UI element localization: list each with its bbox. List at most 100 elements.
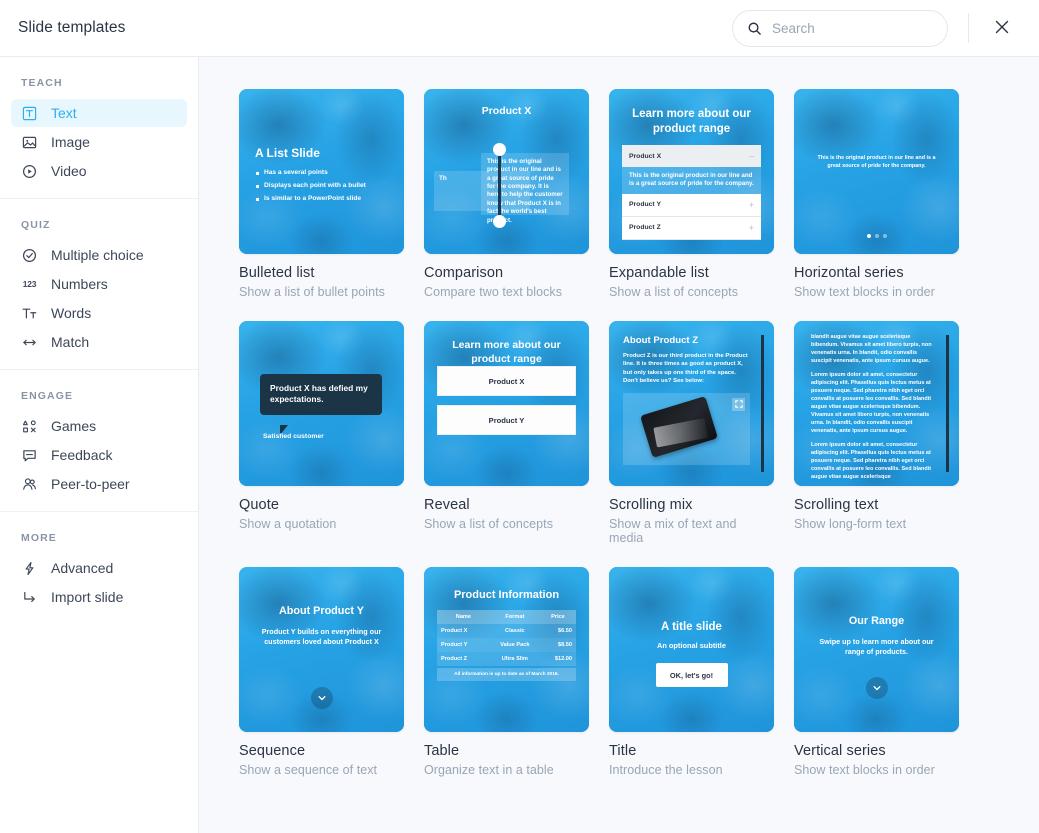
bullet-item: Has a several points <box>255 169 388 177</box>
template-description: Show text blocks in order <box>794 763 935 777</box>
slide-title: A List Slide <box>255 146 320 160</box>
accordion-label: Product X <box>629 152 662 160</box>
sidebar-group-quiz: QUIZ Multiple choice 123 Numbers Words M… <box>0 199 198 370</box>
template-card-reveal[interactable]: Learn more about our product range Produ… <box>424 321 589 545</box>
text-box-icon <box>21 105 38 122</box>
column-header: Price <box>539 610 576 624</box>
slide-title: About Product Z <box>623 335 699 346</box>
sidebar-item-numbers[interactable]: 123 Numbers <box>11 270 187 298</box>
sidebar-item-peer-to-peer[interactable]: Peer-to-peer <box>11 470 187 498</box>
accordion-item[interactable]: Product Z + <box>622 216 761 240</box>
sidebar-item-match[interactable]: Match <box>11 328 187 356</box>
fullscreen-icon[interactable] <box>732 397 745 411</box>
template-thumbnail: Product X Th This is the original produc… <box>424 89 589 254</box>
template-card-vertical-series[interactable]: Our Range Swipe up to learn more about o… <box>794 567 959 777</box>
chevron-down-icon[interactable] <box>865 677 888 699</box>
slide-preview-horizontal-series: This is the original product in our line… <box>794 89 959 254</box>
comparison-divider <box>498 149 501 221</box>
template-description: Show a quotation <box>239 517 337 531</box>
sidebar-item-label: Video <box>51 163 87 179</box>
slide-subtitle: An optional subtitle <box>657 641 726 650</box>
sidebar-item-multiple-choice[interactable]: Multiple choice <box>11 241 187 269</box>
template-card-quote[interactable]: Product X has defied my expectations. Sa… <box>239 321 404 545</box>
table-cell: $12.00 <box>539 652 576 666</box>
template-thumbnail: Learn more about our product range Produ… <box>424 321 589 486</box>
pagination-dot-active[interactable] <box>866 234 871 238</box>
search-input[interactable] <box>772 20 933 36</box>
template-card-scrolling-mix[interactable]: About Product Z Product Z is our third p… <box>609 321 774 545</box>
arrows-horizontal-icon <box>21 334 38 351</box>
table-cell: Product Y <box>437 638 490 652</box>
sidebar-group-label: TEACH <box>21 77 63 89</box>
search-box[interactable] <box>732 9 948 47</box>
table-cell: Product X <box>437 624 490 638</box>
slide-body-text: This is the original product in our line… <box>817 155 936 169</box>
template-description: Organize text in a table <box>424 763 554 777</box>
sidebar-item-advanced[interactable]: Advanced <box>11 554 187 582</box>
sidebar-item-label: Peer-to-peer <box>51 476 130 492</box>
slide-paragraph: blandit augue vitae augue scelerisque bi… <box>811 334 932 364</box>
product-image <box>640 395 718 458</box>
pagination-dots <box>794 234 959 238</box>
sidebar-group-teach: TEACH Text Image Video <box>0 57 198 199</box>
template-description: Show a sequence of text <box>239 763 378 777</box>
close-button[interactable] <box>987 13 1017 43</box>
sidebar-item-image[interactable]: Image <box>11 128 187 156</box>
comparison-handle-top[interactable] <box>493 143 506 156</box>
template-thumbnail: Product Information Name Format Price Pr… <box>424 567 589 732</box>
template-name: Reveal <box>424 497 470 513</box>
lightning-icon <box>21 560 38 577</box>
comparison-handle-bottom[interactable] <box>493 215 506 228</box>
slide-preview-sequence: About Product Y Product Y builds on ever… <box>239 567 404 732</box>
accordion-item-open[interactable]: Product X – <box>622 145 761 167</box>
table-row: Product Z Ultra Slim $12.00 <box>437 652 576 666</box>
template-thumbnail: Learn more about our product range Produ… <box>609 89 774 254</box>
slide-preview-scrolling-mix: About Product Z Product Z is our third p… <box>609 321 774 486</box>
search-icon <box>747 21 762 36</box>
slide-preview-vertical-series: Our Range Swipe up to learn more about o… <box>794 567 959 732</box>
template-card-scrolling-text[interactable]: blandit augue vitae augue scelerisque bi… <box>794 321 959 545</box>
template-card-title[interactable]: A title slide An optional subtitle OK, l… <box>609 567 774 777</box>
sidebar-item-games[interactable]: Games <box>11 412 187 440</box>
template-card-horizontal-series[interactable]: This is the original product in our line… <box>794 89 959 299</box>
reveal-button[interactable]: Product Y <box>437 405 576 436</box>
accordion-label: Product Y <box>629 201 661 209</box>
template-description: Show a list of concepts <box>609 285 738 299</box>
sidebar-item-label: Feedback <box>51 447 113 463</box>
slide-preview-table: Product Information Name Format Price Pr… <box>424 567 589 732</box>
template-description: Show a list of concepts <box>424 517 553 531</box>
pagination-dot[interactable] <box>882 234 887 238</box>
chevron-down-icon[interactable] <box>310 687 333 709</box>
template-card-sequence[interactable]: About Product Y Product Y builds on ever… <box>239 567 404 777</box>
table-footer-note: All information is up to date as of Marc… <box>437 668 576 681</box>
template-name: Quote <box>239 497 279 513</box>
accordion: Product X – This is the original product… <box>622 145 761 240</box>
slide-subtitle: Product Y builds on everything our custo… <box>261 627 382 647</box>
sidebar-group-engage: ENGAGE Games Feedback Peer-to-peer <box>0 370 198 512</box>
table-cell: Product Z <box>437 652 490 666</box>
sidebar-item-words[interactable]: Words <box>11 299 187 327</box>
sidebar-item-import-slide[interactable]: Import slide <box>11 583 187 611</box>
reveal-button[interactable]: Product X <box>437 366 576 397</box>
header-actions <box>732 9 1023 47</box>
template-name: Comparison <box>424 265 504 281</box>
template-name: Sequence <box>239 743 306 759</box>
slide-paragraph: Lorem ipsum dolor sit amet, consectetur … <box>811 441 932 480</box>
accordion-item[interactable]: Product Y + <box>622 193 761 217</box>
template-thumbnail: This is the original product in our line… <box>794 89 959 254</box>
template-thumbnail: Product X has defied my expectations. Sa… <box>239 321 404 486</box>
quote-bubble: Product X has defied my expectations. <box>260 374 382 415</box>
slide-preview-quote: Product X has defied my expectations. Sa… <box>239 321 404 486</box>
sidebar-item-label: Numbers <box>51 276 108 292</box>
sidebar-item-feedback[interactable]: Feedback <box>11 441 187 469</box>
slide-title: About Product Y <box>279 605 364 617</box>
sidebar-item-text[interactable]: Text <box>11 99 187 127</box>
sidebar-item-video[interactable]: Video <box>11 157 187 185</box>
template-description: Compare two text blocks <box>424 285 563 299</box>
template-card-expandable-list[interactable]: Learn more about our product range Produ… <box>609 89 774 299</box>
pagination-dot[interactable] <box>874 234 879 238</box>
template-card-comparison[interactable]: Product X Th This is the original produc… <box>424 89 589 299</box>
slide-cta-button[interactable]: OK, let's go! <box>655 663 728 687</box>
template-card-table[interactable]: Product Information Name Format Price Pr… <box>424 567 589 777</box>
template-card-bulleted-list[interactable]: A List Slide Has a several points Displa… <box>239 89 404 299</box>
